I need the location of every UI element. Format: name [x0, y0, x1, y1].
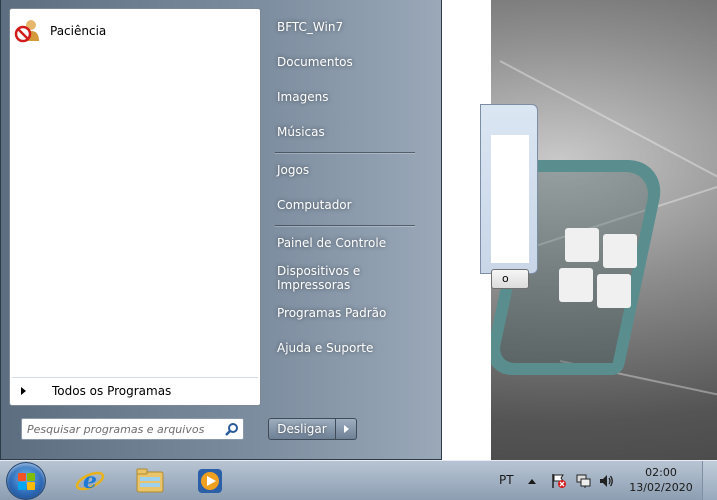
search-box[interactable] [21, 418, 244, 440]
search-input[interactable] [22, 420, 221, 438]
places-pane: BFTC_Win7 Documentos Imagens Músicas Jog… [263, 8, 439, 408]
right-item-computador[interactable]: Computador [269, 190, 429, 220]
right-item-ajuda[interactable]: Ajuda e Suporte [269, 333, 429, 363]
start-button[interactable] [6, 462, 46, 500]
shutdown-options-button[interactable] [336, 418, 357, 440]
right-item-jogos[interactable]: Jogos [269, 155, 429, 185]
language-indicator[interactable]: PT [499, 473, 514, 487]
show-desktop-button[interactable] [702, 461, 717, 500]
right-item-user[interactable]: BFTC_Win7 [269, 12, 429, 42]
shutdown-group: Desligar [268, 418, 357, 440]
solitaire-icon [14, 17, 42, 45]
background-dialog-button[interactable]: o [491, 269, 529, 289]
pinned-item-paciencia[interactable]: Paciência [14, 15, 256, 47]
right-item-programas-padrao[interactable]: Programas Padrão [269, 298, 429, 328]
start-menu: Paciência Todos os Programas BFTC_Win7 D… [0, 0, 442, 460]
pinned-item-label: Paciência [50, 24, 107, 38]
separator [275, 152, 415, 153]
triangle-right-icon [343, 425, 349, 433]
right-item-painel-de-controle[interactable]: Painel de Controle [269, 228, 429, 258]
right-item-dispositivos[interactable]: Dispositivos e Impressoras [269, 263, 429, 293]
all-programs-button[interactable]: Todos os Programas [12, 377, 258, 403]
clock[interactable]: 02:00 13/02/2020 [628, 465, 694, 495]
show-hidden-icons-arrow[interactable] [524, 471, 540, 491]
windows-logo-icon [18, 473, 36, 491]
network-icon[interactable] [574, 471, 592, 491]
separator [275, 225, 415, 226]
internet-explorer-icon[interactable]: e [72, 464, 108, 498]
windows-explorer-icon[interactable] [132, 464, 168, 498]
shutdown-button[interactable]: Desligar [268, 418, 336, 440]
triangle-right-icon [21, 386, 26, 395]
taskbar: e PT 02:00 13/02/2020 [0, 460, 717, 500]
clock-time: 02:00 [645, 466, 677, 479]
svg-text:e: e [83, 468, 97, 494]
volume-icon[interactable] [597, 471, 615, 491]
programs-pane: Paciência Todos os Programas [9, 8, 261, 406]
search-icon[interactable] [221, 419, 243, 439]
background-dialog[interactable]: o [480, 104, 538, 289]
right-item-imagens[interactable]: Imagens [269, 82, 429, 112]
all-programs-label: Todos os Programas [52, 383, 172, 398]
right-item-musicas[interactable]: Músicas [269, 117, 429, 147]
clock-date: 13/02/2020 [629, 481, 693, 494]
right-item-documentos[interactable]: Documentos [269, 47, 429, 77]
media-player-icon[interactable] [192, 464, 228, 498]
action-center-flag-icon[interactable] [550, 471, 568, 491]
